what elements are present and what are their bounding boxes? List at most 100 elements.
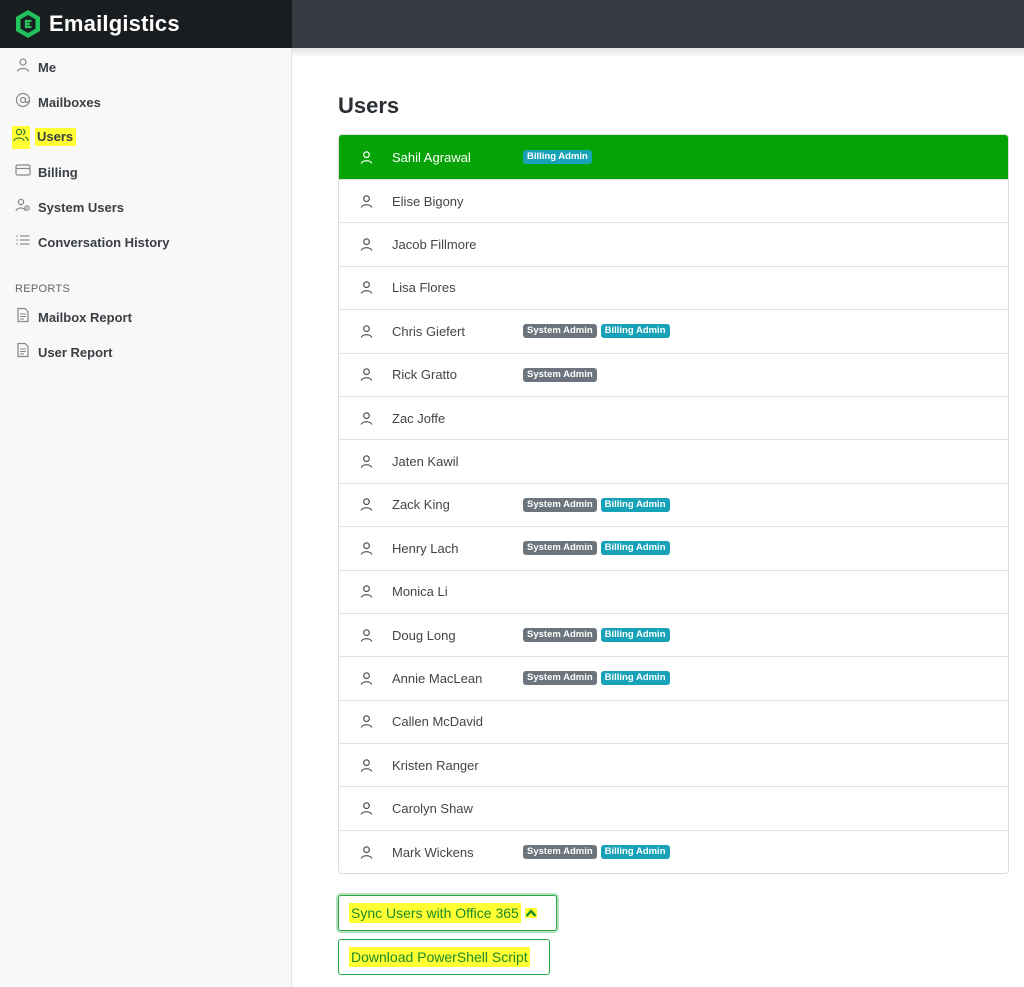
user-name: Sahil Agrawal (392, 149, 471, 165)
user-name: Monica Li (392, 584, 448, 600)
sidebar-item-mailboxes[interactable]: Mailboxes (0, 87, 291, 117)
user-row[interactable]: Monica Li (339, 569, 1008, 613)
system-admin-badge: System Admin (523, 324, 597, 339)
user-row[interactable]: Elise Bigony (339, 179, 1008, 223)
sidebar: Me Mailboxes Users Billing System Users … (0, 48, 292, 987)
user-row[interactable]: Rick Gratto System Admin (339, 352, 1008, 396)
sidebar-item-label: Me (38, 59, 57, 75)
person-icon (360, 281, 373, 295)
user-row[interactable]: Annie MacLean System Admin Billing Admin (339, 656, 1008, 700)
person-icon (360, 672, 373, 685)
user-name: Carolyn Shaw (392, 801, 473, 817)
billing-admin-badge: Billing Admin (600, 324, 670, 339)
sidebar-item-users[interactable]: Users (0, 122, 291, 152)
system-admin-badge: System Admin (523, 671, 597, 686)
user-name: Annie MacLean (392, 670, 483, 686)
user-row[interactable]: Doug Long System Admin Billing Admin (339, 612, 1008, 657)
download-powershell-label: Download PowerShell Script (349, 947, 530, 967)
system-admin-badge: System Admin (523, 367, 597, 382)
person-icon (360, 194, 373, 208)
person-icon (360, 542, 373, 555)
user-list: Sahil Agrawal Billing Admin Elise Bigony Ja… (338, 134, 1009, 875)
role-badges: System Admin Billing Admin (523, 324, 670, 339)
system-admin-badge: System Admin (523, 541, 597, 556)
sidebar-item-user-report[interactable]: User Report (0, 337, 291, 367)
billing-admin-badge: Billing Admin (600, 628, 670, 643)
person-icon (360, 715, 373, 729)
system-users-icon (15, 197, 31, 218)
sidebar-item-conversation-history[interactable]: Conversation History (0, 227, 291, 257)
user-name: Callen McDavid (392, 714, 484, 730)
system-admin-badge: System Admin (523, 628, 597, 643)
sync-users-label: Sync Users with Office 365 (349, 903, 521, 923)
sidebar-item-label: Users (35, 128, 77, 146)
person-icon (360, 498, 373, 512)
user-row[interactable]: Sahil Agrawal Billing Admin (339, 135, 1008, 179)
emailgistics-logo-icon (16, 10, 40, 38)
user-row[interactable]: Jaten Kawil (339, 439, 1008, 483)
user-row[interactable]: Jacob Fillmore (339, 222, 1008, 266)
document-icon (15, 342, 31, 363)
topbar-shadow (292, 48, 1024, 58)
user-row[interactable]: Carolyn Shaw (339, 786, 1008, 830)
user-name: Henry Lach (392, 540, 459, 556)
document-icon (15, 307, 31, 328)
billing-admin-badge: Billing Admin (600, 497, 670, 512)
user-row[interactable]: Mark Wickens System Admin Billing Admin (339, 829, 1008, 874)
sidebar-item-system-users[interactable]: System Users (0, 192, 291, 222)
credit-card-icon (15, 162, 31, 183)
brand[interactable]: Emailgistics (0, 0, 292, 48)
reports-heading: REPORTS (15, 283, 71, 295)
system-admin-badge: System Admin (523, 845, 597, 860)
sidebar-item-billing[interactable]: Billing (0, 157, 291, 187)
user-name: Jaten Kawil (392, 454, 459, 470)
person-icon (360, 150, 373, 164)
download-powershell-button[interactable]: Download PowerShell Script (338, 939, 550, 975)
user-row[interactable]: Henry Lach System Admin Billing Admin (339, 526, 1008, 570)
person-icon (360, 325, 373, 338)
role-badges: System Admin Billing Admin (523, 541, 670, 556)
top-bar: Emailgistics (0, 0, 1024, 48)
user-row[interactable]: Chris Giefert System Admin Billing Admin (339, 309, 1008, 353)
page-title: Users (338, 93, 400, 118)
chevron-up-icon (524, 908, 537, 918)
person-icon (360, 759, 373, 772)
user-row[interactable]: Zack King System Admin Billing Admin (339, 482, 1008, 527)
sync-users-button[interactable]: Sync Users with Office 365 (338, 895, 557, 931)
sidebar-item-mailbox-report[interactable]: Mailbox Report (0, 302, 291, 332)
person-icon (360, 802, 373, 815)
users-icon (12, 125, 30, 149)
user-name: Zac Joffe (392, 410, 446, 426)
user-name: Chris Giefert (392, 323, 465, 339)
person-icon (360, 585, 373, 599)
user-name: Rick Gratto (392, 367, 458, 383)
user-row[interactable]: Zac Joffe (339, 395, 1008, 440)
role-badges: Billing Admin (523, 150, 592, 164)
sidebar-item-label: Conversation History (38, 234, 170, 250)
sidebar-item-label: Mailboxes (38, 94, 101, 110)
person-icon (360, 411, 373, 425)
user-name: Lisa Flores (392, 280, 456, 296)
sidebar-item-label: Billing (38, 164, 78, 180)
system-admin-badge: System Admin (523, 497, 597, 512)
billing-admin-badge: Billing Admin (600, 671, 670, 686)
person-icon (15, 57, 31, 78)
user-row[interactable]: Callen McDavid (339, 699, 1008, 744)
person-icon (360, 238, 373, 251)
user-row[interactable]: Kristen Ranger (339, 743, 1008, 787)
sidebar-item-label: Mailbox Report (38, 309, 132, 325)
role-badges: System Admin (523, 367, 597, 382)
person-icon (360, 845, 373, 859)
user-name: Doug Long (392, 627, 456, 643)
at-icon (15, 92, 31, 113)
app-name: Emailgistics (49, 11, 180, 36)
person-icon (360, 368, 373, 382)
user-name: Kristen Ranger (392, 757, 479, 773)
user-row[interactable]: Lisa Flores (339, 265, 1008, 310)
billing-admin-badge: Billing Admin (600, 845, 670, 860)
billing-admin-badge: Billing Admin (523, 150, 592, 164)
user-name: Mark Wickens (392, 844, 474, 860)
sidebar-item-me[interactable]: Me (0, 52, 291, 82)
list-icon (15, 232, 31, 253)
sidebar-item-label: System Users (38, 199, 124, 215)
